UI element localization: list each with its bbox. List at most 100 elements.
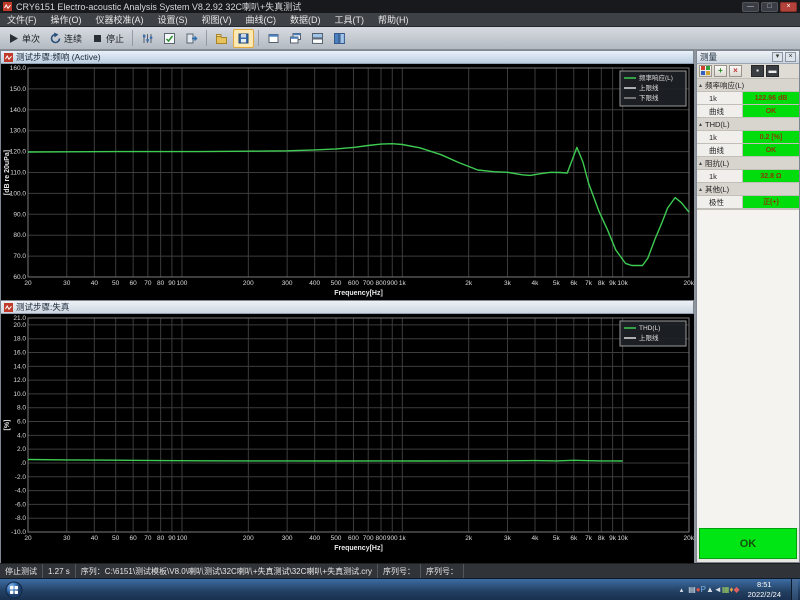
open-folder-icon (215, 32, 228, 45)
svg-text:10.0: 10.0 (13, 391, 26, 398)
panel-section-4[interactable]: ▴其他(L) (697, 183, 799, 196)
svg-text:9k: 9k (609, 280, 617, 287)
tile-horizontal-button[interactable] (307, 29, 328, 48)
svg-text:800: 800 (376, 535, 387, 542)
cascade-windows-icon (289, 32, 302, 45)
taskbar-clock[interactable]: 8:51 2022/2/24 (743, 580, 786, 599)
menu-item-1[interactable]: 文件(F) (0, 13, 44, 27)
measure-row: 1k32.8 Ω (697, 170, 799, 183)
svg-text:14.0: 14.0 (13, 363, 26, 370)
new-window-icon (267, 32, 280, 45)
panel-pin-button[interactable]: ▾ (772, 52, 783, 62)
test-config-button[interactable] (159, 29, 180, 48)
save-icon (237, 32, 250, 45)
maximize-button[interactable]: □ (761, 2, 778, 12)
language-bar-icon[interactable]: ▤ (688, 585, 696, 594)
svg-text:1k: 1k (399, 280, 407, 287)
show-desktop-button[interactable] (791, 579, 798, 600)
pane-title-distortion[interactable]: 测试步骤:失真 (1, 301, 693, 314)
svg-text:9k: 9k (609, 535, 617, 542)
toolbar-separator (132, 30, 133, 46)
svg-text:10k: 10k (617, 280, 628, 287)
run-continuous-label: 连续 (64, 32, 82, 45)
export-icon (185, 32, 198, 45)
svg-text:16.0: 16.0 (13, 350, 26, 357)
svg-text:200: 200 (243, 280, 254, 287)
menu-item-4[interactable]: 设置(S) (151, 13, 195, 27)
usb-eject-icon[interactable]: ▲ (706, 585, 714, 594)
pane-title-label: 测试步骤:频响 (Active) (16, 51, 101, 63)
svg-text:150.0: 150.0 (10, 86, 27, 93)
svg-text:20.0: 20.0 (13, 322, 26, 329)
svg-text:60.0: 60.0 (13, 274, 26, 281)
measure-value: 0.2 [%] (743, 131, 799, 143)
svg-text:20: 20 (24, 535, 32, 542)
svg-text:700: 700 (363, 280, 374, 287)
collapse-all-button[interactable]: ▬ (766, 65, 779, 77)
frequency-response-chart: 2030405060708090100200300400500600700800… (1, 64, 695, 301)
panel-section-1[interactable]: ▴频率响应(L) (697, 79, 799, 92)
panel-section-3[interactable]: ▴阻抗(L) (697, 157, 799, 170)
cascade-windows-button[interactable] (285, 29, 306, 48)
menu-item-5[interactable]: 视图(V) (195, 13, 239, 27)
delete-item-button[interactable]: × (729, 65, 742, 77)
loop-icon (49, 32, 62, 45)
svg-text:12.0: 12.0 (13, 377, 26, 384)
svg-text:300: 300 (282, 535, 293, 542)
stop-button[interactable]: 停止 (87, 29, 128, 48)
status-state: 停止测试 (0, 564, 43, 579)
svg-text:500: 500 (331, 280, 342, 287)
start-button[interactable] (5, 581, 23, 599)
svg-text:8.0: 8.0 (17, 405, 26, 412)
measure-panel-header[interactable]: 测量 ▾ × (697, 51, 799, 64)
svg-text:3k: 3k (504, 280, 512, 287)
menu-item-2[interactable]: 操作(O) (44, 13, 89, 27)
save-button[interactable] (233, 29, 254, 48)
title-bar[interactable]: CRY6151 Electro-acoustic Analysis System… (0, 0, 800, 13)
svg-text:140.0: 140.0 (10, 107, 27, 114)
taskbar: ▴ ▤●P▲◄▦♦◆ 8:51 2022/2/24 (0, 578, 800, 600)
add-item-button[interactable]: + (714, 65, 727, 77)
svg-text:-10.0: -10.0 (11, 529, 26, 536)
svg-text:90: 90 (168, 280, 176, 287)
menu-item-7[interactable]: 数据(D) (283, 13, 328, 27)
svg-text:频率响应(L): 频率响应(L) (639, 73, 673, 82)
panel-section-2[interactable]: ▴THD(L) (697, 118, 799, 131)
palette-icon[interactable] (699, 65, 712, 77)
measure-label: 1k (697, 92, 743, 104)
menu-item-9[interactable]: 帮助(H) (371, 13, 416, 27)
export-button[interactable] (181, 29, 202, 48)
svg-text:2.0: 2.0 (17, 446, 26, 453)
measure-label: 1k (697, 170, 743, 182)
run-single-button[interactable]: 单次 (3, 29, 44, 48)
panel-filler (697, 209, 799, 528)
menu-item-8[interactable]: 工具(T) (328, 13, 372, 27)
pane-title-frequency-response[interactable]: 测试步骤:频响 (Active) (1, 51, 693, 64)
windows-orb-icon (5, 581, 23, 599)
close-button[interactable]: × (780, 2, 797, 12)
open-button[interactable] (211, 29, 232, 48)
status-serial-2: 序列号： (421, 564, 464, 579)
run-continuous-button[interactable]: 连续 (45, 29, 86, 48)
svg-text:200: 200 (243, 535, 254, 542)
menu-item-3[interactable]: 仪器校准(A) (89, 13, 151, 27)
new-window-button[interactable] (263, 29, 284, 48)
svg-text:上限线: 上限线 (639, 333, 659, 342)
status-elapsed: 1.27 s (43, 564, 76, 579)
svg-text:900: 900 (387, 535, 398, 542)
svg-text:30: 30 (63, 280, 71, 287)
panel-close-button[interactable]: × (785, 52, 796, 62)
svg-text:5k: 5k (553, 280, 561, 287)
volume-icon[interactable]: ◄ (714, 585, 722, 594)
measure-label: 曲线 (697, 144, 743, 156)
action-center-icon[interactable]: ◆ (733, 585, 739, 594)
minimize-button[interactable]: — (742, 2, 759, 12)
calibration-button[interactable] (137, 29, 158, 48)
tray-expand-icon[interactable]: ▴ (678, 586, 686, 594)
section-label: 阻抗(L) (705, 158, 729, 169)
svg-text:10k: 10k (617, 535, 628, 542)
tile-vertical-button[interactable] (329, 29, 350, 48)
svg-text:100: 100 (177, 535, 188, 542)
menu-item-6[interactable]: 曲线(C) (239, 13, 284, 27)
expand-all-button[interactable]: ▪ (751, 65, 764, 77)
